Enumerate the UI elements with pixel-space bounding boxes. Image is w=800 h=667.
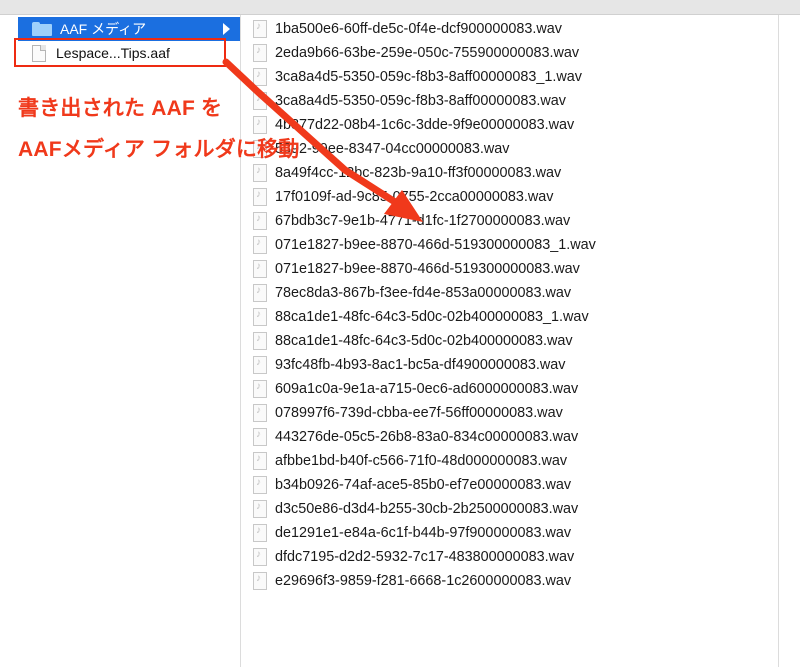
finder-top-bar — [0, 0, 800, 15]
file-name: 071e1827-b9ee-8870-466d-519300000083.wav — [275, 261, 580, 277]
annotation-line-2: AAFメディア フォルダに移動 — [18, 138, 300, 161]
audio-file-icon — [253, 356, 267, 374]
file-name: 67bdb3c7-9e1b-4771-d1fc-1f2700000083.wav — [275, 213, 571, 229]
audio-file-icon — [253, 476, 267, 494]
audio-file-icon — [253, 212, 267, 230]
file-row[interactable]: 17f0109f-ad-9c85-0755-2cca00000083.wav — [248, 185, 596, 209]
audio-file-icon — [253, 308, 267, 326]
file-row[interactable]: 88ca1de1-48fc-64c3-5d0c-02b400000083_1.w… — [248, 305, 596, 329]
file-name: afbbe1bd-b40f-c566-71f0-48d000000083.wav — [275, 453, 568, 469]
file-name: 88ca1de1-48fc-64c3-5d0c-02b400000083.wav — [275, 333, 573, 349]
file-row[interactable]: 078997f6-739d-cbba-ee7f-56ff00000083.wav — [248, 401, 596, 425]
audio-file-icon — [253, 116, 267, 134]
file-name: 609a1c0a-9e1a-a715-0ec6-ad6000000083.wav — [275, 381, 579, 397]
folder-icon — [32, 22, 52, 36]
file-row[interactable]: 443276de-05c5-26b8-83a0-834c00000083.wav — [248, 425, 596, 449]
file-name: 93fc48fb-4b93-8ac1-bc5a-df4900000083.wav — [275, 357, 566, 373]
file-row[interactable]: e29696f3-9859-f281-6668-1c2600000083.wav — [248, 569, 596, 593]
file-name: de1291e1-e84a-6c1f-b44b-97f900000083.wav — [275, 525, 572, 541]
file-name: 071e1827-b9ee-8870-466d-519300000083_1.w… — [275, 237, 596, 253]
audio-file-icon — [253, 44, 267, 62]
audio-file-icon — [253, 500, 267, 518]
audio-file-icon — [253, 236, 267, 254]
file-row[interactable]: 1ba500e6-60ff-de5c-0f4e-dcf900000083.wav — [248, 17, 596, 41]
audio-file-icon — [253, 260, 267, 278]
file-row[interactable]: 3ca8a4d5-5350-059c-f8b3-8aff00000083_1.w… — [248, 65, 596, 89]
chevron-right-icon — [223, 23, 230, 35]
audio-file-icon — [253, 332, 267, 350]
file-row[interactable]: 609a1c0a-9e1a-a715-0ec6-ad6000000083.wav — [248, 377, 596, 401]
audio-file-icon — [253, 572, 267, 590]
file-name: 3ca8a4d5-5350-059c-f8b3-8aff00000083_1.w… — [275, 69, 582, 85]
audio-file-icon — [253, 380, 267, 398]
audio-file-icon — [253, 164, 267, 182]
audio-file-icon — [253, 284, 267, 302]
file-name: 1ba500e6-60ff-de5c-0f4e-dcf900000083.wav — [275, 21, 562, 37]
file-name: 78ec8da3-867b-f3ee-fd4e-853a00000083.wav — [275, 285, 572, 301]
file-row[interactable]: 071e1827-b9ee-8870-466d-519300000083.wav — [248, 257, 596, 281]
audio-file-icon — [253, 92, 267, 110]
file-row[interactable]: 67bdb3c7-9e1b-4771-d1fc-1f2700000083.wav — [248, 209, 596, 233]
file-name: 17f0109f-ad-9c85-0755-2cca00000083.wav — [275, 189, 554, 205]
annotation-line-1: 書き出された AAF を — [18, 97, 223, 120]
file-row[interactable]: 8a49f4cc-12bc-823b-9a10-ff3f00000083.wav — [248, 161, 596, 185]
highlight-box — [14, 38, 226, 67]
file-name: 5392-99ee-8347-04cc00000083.wav — [275, 141, 510, 157]
file-name: dfdc7195-d2d2-5932-7c17-483800000083.wav — [275, 549, 575, 565]
file-name: 443276de-05c5-26b8-83a0-834c00000083.wav — [275, 429, 579, 445]
file-row[interactable]: de1291e1-e84a-6c1f-b44b-97f900000083.wav — [248, 521, 596, 545]
audio-file-icon — [253, 188, 267, 206]
audio-file-icon — [253, 20, 267, 38]
file-name: 3ca8a4d5-5350-059c-f8b3-8aff00000083.wav — [275, 93, 566, 109]
file-row[interactable]: 78ec8da3-867b-f3ee-fd4e-853a00000083.wav — [248, 281, 596, 305]
file-name: 078997f6-739d-cbba-ee7f-56ff00000083.wav — [275, 405, 563, 421]
file-row[interactable]: dfdc7195-d2d2-5932-7c17-483800000083.wav — [248, 545, 596, 569]
audio-file-icon — [253, 404, 267, 422]
file-name: 88ca1de1-48fc-64c3-5d0c-02b400000083_1.w… — [275, 309, 589, 325]
preview-column — [778, 15, 800, 667]
file-name: 2eda9b66-63be-259e-050c-755900000083.wav — [275, 45, 580, 61]
audio-file-icon — [253, 524, 267, 542]
file-row[interactable]: b34b0926-74af-ace5-85b0-ef7e00000083.wav — [248, 473, 596, 497]
audio-file-icon — [253, 452, 267, 470]
file-row[interactable]: 93fc48fb-4b93-8ac1-bc5a-df4900000083.wav — [248, 353, 596, 377]
audio-file-icon — [253, 68, 267, 86]
file-name: e29696f3-9859-f281-6668-1c2600000083.wav — [275, 573, 572, 589]
file-name: 4b877d22-08b4-1c6c-3dde-9f9e00000083.wav — [275, 117, 575, 133]
file-row[interactable]: 3ca8a4d5-5350-059c-f8b3-8aff00000083.wav — [248, 89, 596, 113]
file-row[interactable]: afbbe1bd-b40f-c566-71f0-48d000000083.wav — [248, 449, 596, 473]
audio-file-icon — [253, 428, 267, 446]
file-row[interactable]: d3c50e86-d3d4-b255-30cb-2b2500000083.wav — [248, 497, 596, 521]
file-row[interactable]: 2eda9b66-63be-259e-050c-755900000083.wav — [248, 41, 596, 65]
file-row[interactable]: 5392-99ee-8347-04cc00000083.wav — [248, 137, 596, 161]
file-name: d3c50e86-d3d4-b255-30cb-2b2500000083.wav — [275, 501, 579, 517]
file-list: 1ba500e6-60ff-de5c-0f4e-dcf900000083.wav… — [248, 17, 596, 593]
audio-file-icon — [253, 548, 267, 566]
file-name: 8a49f4cc-12bc-823b-9a10-ff3f00000083.wav — [275, 165, 562, 181]
file-name: b34b0926-74af-ace5-85b0-ef7e00000083.wav — [275, 477, 572, 493]
file-row[interactable]: 88ca1de1-48fc-64c3-5d0c-02b400000083.wav — [248, 329, 596, 353]
folder-label: AAF メディア — [60, 21, 147, 37]
file-row[interactable]: 071e1827-b9ee-8870-466d-519300000083_1.w… — [248, 233, 596, 257]
file-row[interactable]: 4b877d22-08b4-1c6c-3dde-9f9e00000083.wav — [248, 113, 596, 137]
